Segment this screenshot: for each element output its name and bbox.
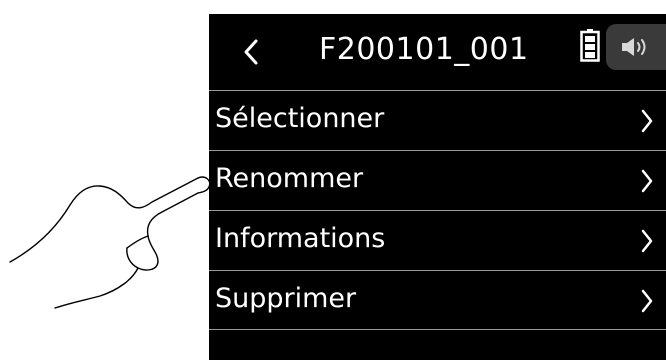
menu-item-select[interactable]: Sélectionner	[209, 90, 666, 150]
menu-item-label: Informations	[215, 223, 386, 254]
menu-item-label: Supprimer	[215, 283, 357, 314]
battery-icon	[580, 29, 600, 62]
screen-header: F200101_001	[209, 14, 666, 90]
menu-item-rename[interactable]: Renommer	[209, 150, 666, 210]
menu-item-information[interactable]: Informations	[209, 210, 666, 270]
menu-item-label: Renommer	[215, 163, 364, 194]
chevron-right-icon	[641, 289, 653, 313]
speaker-button[interactable]	[606, 24, 666, 70]
speaker-icon	[622, 38, 646, 56]
chevron-left-icon	[244, 39, 258, 65]
chevron-right-icon	[641, 109, 653, 133]
chevron-right-icon	[641, 169, 653, 193]
chevron-right-icon	[641, 229, 653, 253]
back-button[interactable]	[231, 32, 271, 72]
file-options-menu: Sélectionner Renommer Informations Suppr…	[209, 90, 666, 330]
device-screen: F200101_001 Sélectionner Renommer Inform…	[209, 14, 666, 360]
file-name-title: F200101_001	[319, 32, 529, 67]
menu-item-delete[interactable]: Supprimer	[209, 270, 666, 330]
menu-item-label: Sélectionner	[215, 103, 385, 134]
